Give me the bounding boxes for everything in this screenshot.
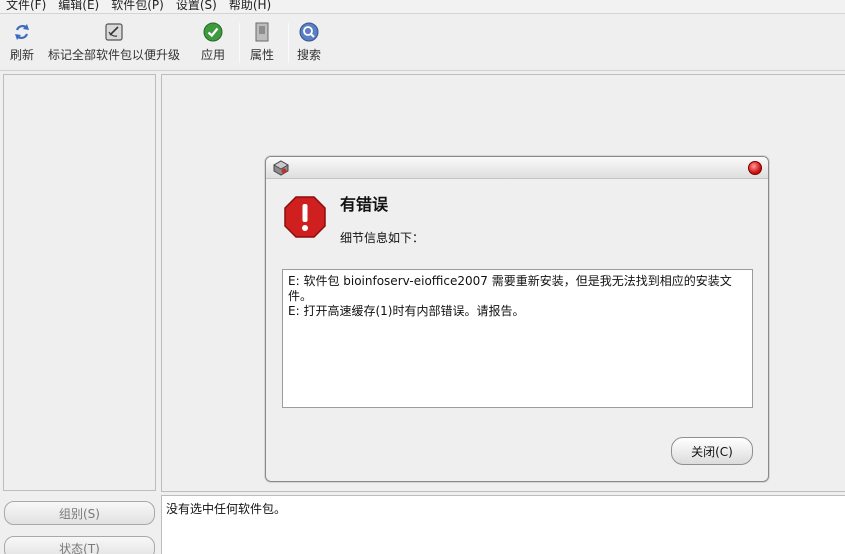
dialog-titlebar[interactable]	[266, 157, 768, 179]
status-button[interactable]: 状态(T)	[4, 536, 155, 554]
refresh-icon	[11, 21, 33, 43]
dialog-heading: 有错误	[340, 195, 389, 214]
refresh-button[interactable]: 刷新	[10, 21, 34, 63]
mark-all-label: 标记全部软件包以便升级	[48, 48, 181, 62]
menu-package[interactable]: 软件包(P)	[105, 0, 170, 11]
mark-all-upgrades-button[interactable]: 标记全部软件包以便升级	[48, 21, 180, 63]
menu-file[interactable]: 文件(F)	[0, 0, 52, 11]
toolbar-separator	[288, 23, 289, 63]
package-description: 没有选中任何软件包。	[161, 495, 845, 554]
error-details[interactable]: E: 软件包 bioinfoserv-eioffice2007 需要重新安装，但…	[282, 269, 753, 408]
menu-help[interactable]: 帮助(H)	[223, 0, 277, 11]
menu-edit[interactable]: 编辑(E)	[52, 0, 105, 11]
checkmark-icon	[202, 21, 224, 43]
apply-label: 应用	[201, 48, 226, 62]
error-detail-line: E: 打开高速缓存(1)时有内部错误。请报告。	[288, 304, 525, 318]
close-icon[interactable]	[748, 161, 762, 175]
menu-settings[interactable]: 设置(S)	[170, 0, 223, 11]
menubar: 文件(F) 编辑(E) 软件包(P) 设置(S) 帮助(H)	[0, 0, 845, 14]
toolbar: 刷新 标记全部软件包以便升级 应用 属性 搜索	[0, 15, 845, 71]
properties-label: 属性	[250, 48, 275, 62]
group-button[interactable]: 组别(S)	[4, 501, 155, 525]
error-detail-line: E: 软件包 bioinfoserv-eioffice2007 需要重新安装，但…	[288, 274, 732, 303]
properties-button[interactable]: 属性	[250, 21, 274, 63]
search-icon	[298, 21, 320, 43]
search-label: 搜索	[297, 48, 322, 62]
apply-button[interactable]: 应用	[201, 21, 225, 63]
properties-icon	[251, 21, 273, 43]
upgrade-package-icon	[103, 21, 125, 43]
close-button[interactable]: 关闭(C)	[671, 437, 753, 465]
status-text: 没有选中任何软件包。	[166, 502, 287, 516]
toolbar-separator	[239, 23, 240, 63]
error-icon	[283, 195, 327, 239]
error-dialog: 有错误 细节信息如下： E: 软件包 bioinfoserv-eioffice2…	[265, 156, 769, 482]
dialog-subheading: 细节信息如下：	[340, 231, 425, 245]
filter-list[interactable]	[3, 74, 156, 491]
search-button[interactable]: 搜索	[297, 21, 321, 63]
refresh-label: 刷新	[10, 48, 35, 62]
app-icon	[273, 160, 289, 176]
